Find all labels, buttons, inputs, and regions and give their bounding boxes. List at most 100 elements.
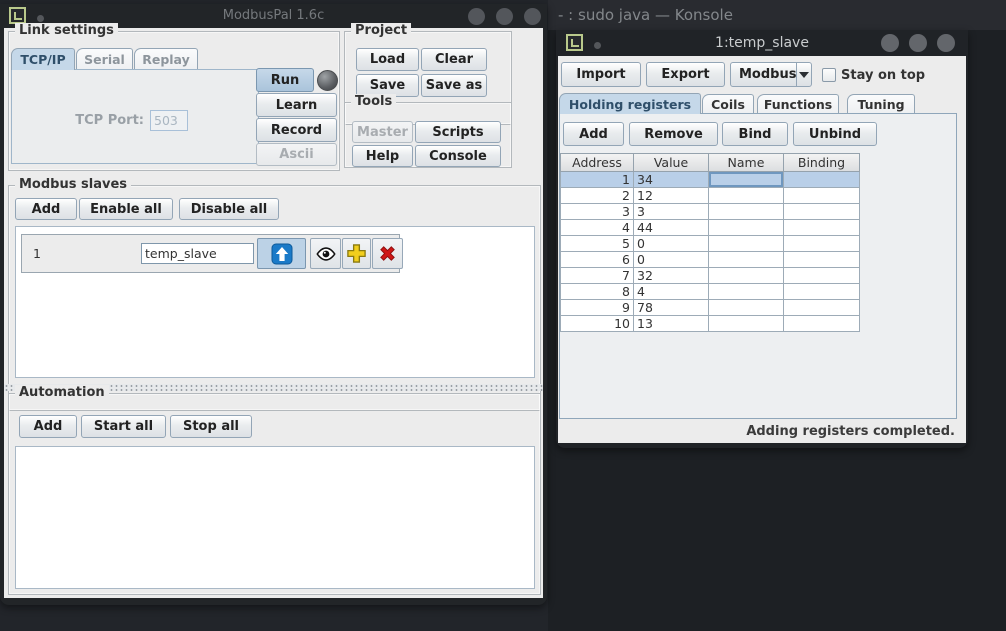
table-row[interactable]: 4 44 bbox=[560, 220, 861, 236]
cell-value[interactable]: 32 bbox=[634, 268, 709, 284]
record-button[interactable]: Record bbox=[256, 118, 337, 142]
table-row[interactable]: 6 0 bbox=[560, 252, 861, 268]
cell-address[interactable]: 10 bbox=[560, 316, 634, 332]
protocol-combobox[interactable]: Modbus bbox=[730, 62, 812, 87]
run-button[interactable]: Run bbox=[256, 68, 314, 92]
cell-value[interactable]: 0 bbox=[634, 236, 709, 252]
close-button[interactable] bbox=[524, 8, 541, 25]
minimize-button[interactable] bbox=[881, 34, 899, 52]
slave-delete-button[interactable] bbox=[372, 238, 403, 269]
table-row[interactable]: 1 34 bbox=[560, 172, 861, 188]
cell-binding[interactable] bbox=[784, 252, 860, 268]
scripts-button[interactable]: Scripts bbox=[415, 121, 501, 143]
slave-add-button[interactable]: Add bbox=[15, 198, 77, 220]
cell-name[interactable] bbox=[709, 204, 784, 220]
table-row[interactable]: 8 4 bbox=[560, 284, 861, 300]
cell-address[interactable]: 1 bbox=[560, 172, 634, 188]
table-row[interactable]: 9 78 bbox=[560, 300, 861, 316]
tab-serial[interactable]: Serial bbox=[76, 48, 133, 69]
start-all-button[interactable]: Start all bbox=[81, 415, 166, 438]
cell-value[interactable]: 34 bbox=[634, 172, 709, 188]
column-header-value[interactable]: Value bbox=[634, 153, 709, 172]
cell-address[interactable]: 4 bbox=[560, 220, 634, 236]
cell-binding[interactable] bbox=[784, 236, 860, 252]
cell-binding[interactable] bbox=[784, 284, 860, 300]
cell-value[interactable]: 78 bbox=[634, 300, 709, 316]
cell-name[interactable] bbox=[709, 236, 784, 252]
konsole-titlebar[interactable]: - : sudo java — Konsole bbox=[548, 0, 1006, 30]
load-button[interactable]: Load bbox=[356, 48, 419, 71]
cell-address[interactable]: 7 bbox=[560, 268, 634, 284]
column-header-name[interactable]: Name bbox=[709, 153, 784, 172]
register-unbind-button[interactable]: Unbind bbox=[793, 122, 877, 146]
table-row[interactable]: 3 3 bbox=[560, 204, 861, 220]
save-as-button[interactable]: Save as bbox=[421, 74, 487, 97]
cell-binding[interactable] bbox=[784, 268, 860, 284]
help-button[interactable]: Help bbox=[352, 145, 413, 167]
slave-titlebar[interactable]: 1:temp_slave bbox=[556, 30, 968, 56]
cell-name[interactable] bbox=[709, 268, 784, 284]
ascii-button[interactable]: Ascii bbox=[256, 143, 337, 166]
tab-functions[interactable]: Functions bbox=[757, 94, 839, 113]
cell-address[interactable]: 2 bbox=[560, 188, 634, 204]
disable-all-button[interactable]: Disable all bbox=[179, 198, 279, 220]
cell-binding[interactable] bbox=[784, 316, 860, 332]
table-row[interactable]: 10 13 bbox=[560, 316, 861, 332]
register-remove-button[interactable]: Remove bbox=[629, 122, 718, 146]
cell-value[interactable]: 4 bbox=[634, 284, 709, 300]
cell-name[interactable] bbox=[709, 172, 784, 188]
clear-button[interactable]: Clear bbox=[421, 48, 487, 71]
cell-value[interactable]: 44 bbox=[634, 220, 709, 236]
cell-address[interactable]: 8 bbox=[560, 284, 634, 300]
register-add-button[interactable]: Add bbox=[563, 122, 624, 146]
table-row[interactable]: 7 32 bbox=[560, 268, 861, 284]
cell-value[interactable]: 0 bbox=[634, 252, 709, 268]
maximize-button[interactable] bbox=[496, 8, 513, 25]
cell-address[interactable]: 5 bbox=[560, 236, 634, 252]
column-header-address[interactable]: Address bbox=[560, 153, 634, 172]
automation-add-button[interactable]: Add bbox=[19, 415, 77, 438]
minimize-button[interactable] bbox=[468, 8, 485, 25]
cell-address[interactable]: 9 bbox=[560, 300, 634, 316]
cell-name[interactable] bbox=[709, 300, 784, 316]
cell-value[interactable]: 13 bbox=[634, 316, 709, 332]
cell-binding[interactable] bbox=[784, 220, 860, 236]
table-header[interactable]: Address Value Name Binding bbox=[560, 153, 861, 172]
cell-value[interactable]: 3 bbox=[634, 204, 709, 220]
cell-binding[interactable] bbox=[784, 204, 860, 220]
slave-enable-toggle[interactable] bbox=[257, 238, 306, 269]
column-header-binding[interactable]: Binding bbox=[784, 153, 860, 172]
console-button[interactable]: Console bbox=[415, 145, 501, 167]
slave-name-field[interactable]: temp_slave bbox=[141, 243, 254, 264]
cell-name[interactable] bbox=[709, 252, 784, 268]
stay-on-top-checkbox[interactable] bbox=[822, 68, 836, 82]
tab-tuning[interactable]: Tuning bbox=[847, 94, 915, 113]
tab-replay[interactable]: Replay bbox=[134, 48, 198, 69]
cell-name[interactable] bbox=[709, 284, 784, 300]
cell-binding[interactable] bbox=[784, 188, 860, 204]
maximize-button[interactable] bbox=[909, 34, 927, 52]
cell-address[interactable]: 3 bbox=[560, 204, 634, 220]
cell-address[interactable]: 6 bbox=[560, 252, 634, 268]
cell-name[interactable] bbox=[709, 316, 784, 332]
chevron-down-icon[interactable] bbox=[796, 63, 811, 86]
tab-coils[interactable]: Coils bbox=[702, 94, 754, 113]
cell-value[interactable]: 12 bbox=[634, 188, 709, 204]
enable-all-button[interactable]: Enable all bbox=[79, 198, 173, 220]
cell-name[interactable] bbox=[709, 220, 784, 236]
slave-automation-button[interactable] bbox=[342, 238, 371, 269]
stop-all-button[interactable]: Stop all bbox=[170, 415, 252, 438]
master-button[interactable]: Master bbox=[352, 121, 413, 143]
export-button[interactable]: Export bbox=[646, 62, 725, 87]
tab-holding-registers[interactable]: Holding registers bbox=[559, 93, 701, 114]
learn-button[interactable]: Learn bbox=[256, 93, 337, 117]
tcp-port-field[interactable]: 503 bbox=[150, 110, 188, 131]
cell-binding[interactable] bbox=[784, 300, 860, 316]
close-button[interactable] bbox=[937, 34, 955, 52]
register-bind-button[interactable]: Bind bbox=[722, 122, 788, 146]
cell-name[interactable] bbox=[709, 188, 784, 204]
slave-view-button[interactable] bbox=[310, 238, 341, 269]
tab-tcpip[interactable]: TCP/IP bbox=[11, 48, 75, 70]
table-row[interactable]: 5 0 bbox=[560, 236, 861, 252]
cell-binding[interactable] bbox=[784, 172, 860, 188]
